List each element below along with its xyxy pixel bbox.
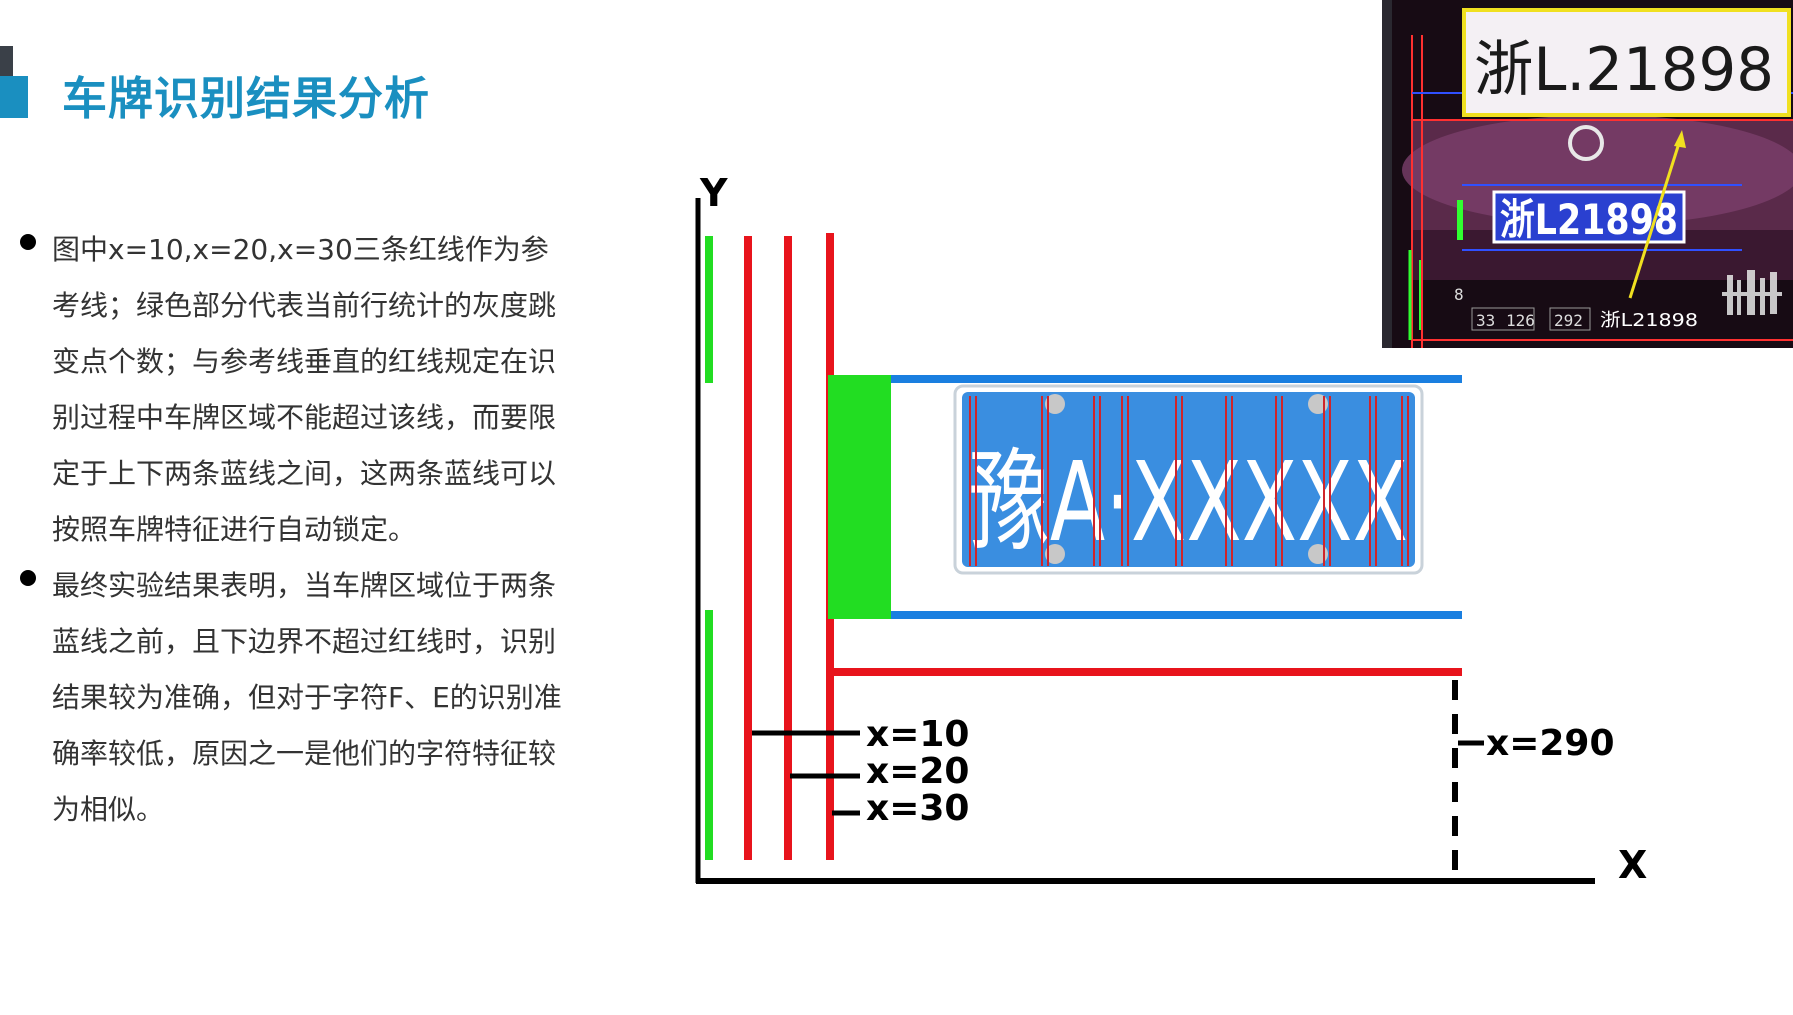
license-plate: 豫A·XXXXX (953, 384, 1424, 575)
recognition-photo: 浙L.21898 浙L21898 8 33 126 292 浙L21898 (1382, 0, 1793, 348)
label-x20: x=20 (866, 751, 969, 792)
gray-jump-region (828, 375, 891, 619)
noise-pattern (1722, 270, 1782, 315)
bottom-plate-text: 浙L21898 (1600, 310, 1698, 331)
title-accent-blue (0, 76, 28, 118)
label-x30: x=30 (866, 788, 969, 829)
bullet-text: 图中x=10,x=20,x=30三条红线作为参考线；绿色部分代表当前行统计的灰度… (52, 233, 557, 546)
bullet-text: 最终实验结果表明，当车牌区域位于两条蓝线之前，且下边界不超过红线时，识别结果较为… (52, 569, 562, 826)
bullet-item: 图中x=10,x=20,x=30三条红线作为参考线；绿色部分代表当前行统计的灰度… (18, 222, 563, 558)
label-x290: x=290 (1486, 723, 1615, 764)
plate-text: 豫A·XXXXX (969, 438, 1408, 566)
bottom-value: 126 (1506, 311, 1535, 330)
bottom-value: 8 (1454, 285, 1464, 304)
recognized-text: 浙L.21898 (1474, 35, 1774, 105)
bottom-value: 33 (1476, 311, 1495, 330)
bullet-item: 最终实验结果表明，当车牌区域位于两条蓝线之前，且下边界不超过红线时，识别结果较为… (18, 558, 563, 838)
bullet-dot-icon (20, 570, 36, 586)
title-accent-dark (0, 46, 13, 76)
x-axis-label: X (1618, 843, 1647, 887)
car-plate-text: 浙L21898 (1500, 195, 1678, 244)
label-x10: x=10 (866, 714, 969, 755)
bullet-list: 图中x=10,x=20,x=30三条红线作为参考线；绿色部分代表当前行统计的灰度… (18, 222, 563, 838)
bullet-dot-icon (20, 234, 36, 250)
y-axis-label: Y (699, 171, 728, 215)
page-title: 车牌识别结果分析 (62, 72, 431, 125)
bottom-value: 292 (1554, 311, 1583, 330)
